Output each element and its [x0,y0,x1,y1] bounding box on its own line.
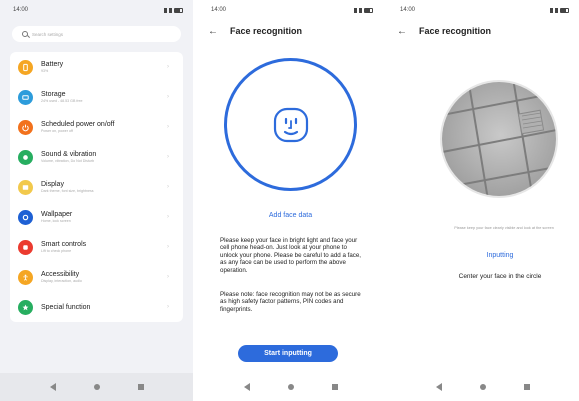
wallpaper-icon [18,209,33,225]
settings-item-title: Special function [41,303,91,311]
header: ← Face recognition [387,20,579,42]
status-time: 14:00 [13,7,29,13]
status-bar: 14:00 [387,0,579,20]
settings-item-title: Scheduled power on/off [41,121,115,128]
chevron-right-icon: › [167,244,169,250]
storage-icon [18,89,33,105]
settings-item-title: Battery [41,61,64,68]
status-icons [164,7,183,13]
signal-icon [550,7,553,13]
battery-status-icon [364,7,373,13]
settings-item-accessibility[interactable]: Accessibility Display, interaction, audio… [10,262,183,292]
wifi-icon [555,7,558,13]
search-placeholder: Search settings [32,31,64,37]
settings-list: Battery 93% › Storage 24% used - 48.53 GB … [10,52,183,322]
face-scan-icon [273,107,308,142]
battery-status-icon [174,7,183,13]
settings-item-subtitle: 24% used - 48.53 GB free [41,99,83,103]
chevron-right-icon: › [167,214,169,220]
settings-item-subtitle: Volume, vibration, Do Not Disturb [41,159,95,163]
smart-controls-icon [18,239,33,255]
nav-recents-icon[interactable] [331,384,338,390]
status-icons [354,7,373,13]
wifi-icon [359,7,362,13]
chevron-right-icon: › [167,64,169,70]
signal-icon [354,7,357,13]
settings-item-subtitle: Display, interaction, audio [41,279,82,283]
settings-item-battery[interactable]: Battery 93% › [10,52,183,82]
face-inputting-screen: 14:00 ← Face recognition Please keep you… [387,0,579,401]
chevron-right-icon: › [167,304,169,310]
sound-icon [18,149,33,165]
back-arrow-icon[interactable]: ← [208,26,218,37]
settings-item-display[interactable]: Display Dark theme, font size, brightness… [10,172,183,202]
settings-item-wallpaper[interactable]: Wallpaper Home, lock screen › [10,202,183,232]
settings-item-title: Smart controls [41,241,87,248]
search-bar[interactable]: Search settings [12,26,181,42]
page-title: Face recognition [419,26,492,36]
camera-preview [440,80,558,198]
settings-item-subtitle: 93% [41,69,49,73]
status-icons [550,7,569,13]
power-icon [18,119,33,135]
nav-back-icon[interactable] [49,383,56,391]
nav-recents-icon[interactable] [137,384,144,390]
navigation-bar [387,373,579,401]
settings-item-special-function[interactable]: Special function › [10,292,183,322]
special-function-icon [18,299,33,315]
nav-recents-icon[interactable] [524,384,530,390]
settings-item-title: Storage [41,91,66,98]
settings-item-storage[interactable]: Storage 24% used - 48.53 GB free › [10,82,183,112]
settings-item-smart-controls[interactable]: Smart controls Lift to check phone › [10,232,183,262]
status-bar: 14:00 [0,0,193,20]
face-recognition-screen: 14:00 ← Face recognition Add face data P… [198,0,383,401]
camera-feed-ceiling-image [442,82,556,196]
navigation-bar [198,373,383,401]
nav-back-icon[interactable] [243,383,250,391]
nav-home-icon[interactable] [480,384,486,390]
back-arrow-icon[interactable]: ← [397,26,407,37]
settings-item-subtitle: Home, lock screen [41,219,71,223]
settings-screen: 14:00 Search settings Battery 93% › Stora… [0,0,193,401]
settings-item-title: Wallpaper [41,211,73,218]
chevron-right-icon: › [167,94,169,100]
settings-item-subtitle: Power on, power off [41,129,73,133]
status-time: 14:00 [211,7,227,13]
settings-item-title: Accessibility [41,271,80,278]
add-face-data-link[interactable]: Add face data [198,212,383,219]
settings-item-subtitle: Dark theme, font size, brightness [41,189,94,193]
navigation-bar [0,373,193,401]
nav-home-icon[interactable] [287,384,294,390]
signal-icon [164,7,167,13]
page-title: Face recognition [230,26,303,36]
center-face-instruction: Center your face in the circle [458,273,542,280]
face-visibility-hint: Please keep your face clearly visible an… [454,226,554,230]
battery-status-icon [560,7,569,13]
chevron-right-icon: › [167,184,169,190]
nav-back-icon[interactable] [436,383,442,391]
battery-icon [18,59,33,75]
settings-item-subtitle: Lift to check phone [41,249,72,253]
settings-item-scheduled-power[interactable]: Scheduled power on/off Power on, power of… [10,112,183,142]
status-time: 14:00 [400,7,416,13]
wifi-icon [169,7,172,13]
search-icon [22,31,28,37]
start-inputting-button[interactable]: Start inputting [238,345,338,362]
security-note-text: Please note: face recognition may not be… [220,291,361,313]
inputting-status: Inputting [486,252,514,259]
settings-item-title: Sound & vibration [41,151,97,158]
display-icon [18,179,33,195]
settings-item-sound[interactable]: Sound & vibration Volume, vibration, Do N… [10,142,183,172]
status-bar: 14:00 [198,0,383,20]
instruction-text: Please keep your face in bright light an… [220,237,362,274]
accessibility-icon [18,269,33,285]
chevron-right-icon: › [167,124,169,130]
settings-item-title: Display [41,181,64,188]
header: ← Face recognition [198,20,383,42]
nav-home-icon[interactable] [93,384,100,390]
face-illustration-ring [224,58,357,191]
chevron-right-icon: › [167,154,169,160]
chevron-right-icon: › [167,274,169,280]
